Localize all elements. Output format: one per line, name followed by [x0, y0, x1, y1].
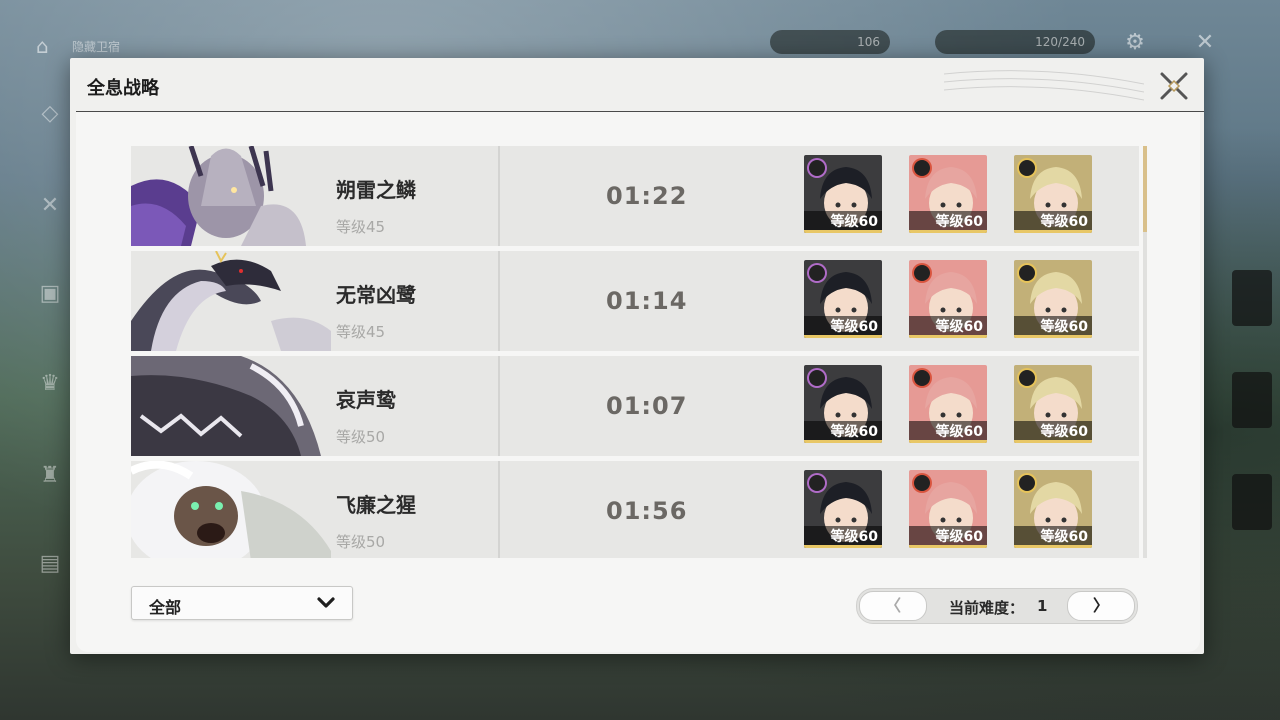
char-portrait-rover[interactable]: 等级60 — [804, 470, 882, 548]
level-bar — [909, 440, 987, 443]
next-difficulty-button[interactable]: 〉 — [1067, 591, 1135, 621]
cross-icon[interactable]: ✕ — [34, 190, 66, 222]
clear-time: 01:14 — [606, 287, 688, 315]
clear-time: 01:07 — [606, 392, 688, 420]
boss-name: 无常凶鹭 — [336, 283, 416, 307]
spectro-element-icon — [1019, 370, 1035, 386]
settings-icon[interactable]: ⚙ — [1120, 28, 1150, 58]
electro-element-icon — [809, 475, 825, 491]
char-portrait-verina[interactable]: 等级60 — [1014, 365, 1092, 443]
boss-row[interactable]: 哀声鸷等级50 01:07 等级60 等级60 等级60 — [131, 356, 1139, 456]
level-bar — [804, 545, 882, 548]
scrollbar-thumb[interactable] — [1143, 146, 1147, 232]
trophy-icon[interactable]: ♜ — [34, 460, 66, 492]
row-divider — [498, 251, 500, 351]
hud-location-title: 隐藏卫宿 — [72, 40, 121, 54]
holographic-strategy-modal: 全息战略 朔雷之鳞 等级45 01:22 等级60 等级60 等级60 无常凶鹭 等级45 01… — [70, 58, 1204, 654]
currency-2-pill: 120/240 — [935, 30, 1095, 54]
hud-side-slot — [1232, 372, 1272, 428]
boss-row[interactable]: 无常凶鹭等级45 01:14 等级60 等级60 等级60 — [131, 251, 1139, 351]
chevron-down-icon — [317, 597, 335, 608]
level-bar — [909, 545, 987, 548]
spectro-element-icon — [1019, 160, 1035, 176]
char-portrait-verina[interactable]: 等级60 — [1014, 470, 1092, 548]
boss-level: 等级45 — [336, 218, 386, 236]
boss-row[interactable]: 飞廉之猩等级50 01:56 等级60 等级60 等级60 — [131, 461, 1139, 558]
boss-level: 等级50 — [336, 428, 386, 446]
header-decoration — [944, 70, 1144, 101]
game-hud-top: ⌂ 隐藏卫宿 106 120/240 ⚙ ✕ — [30, 28, 1250, 58]
level-bar — [804, 335, 882, 338]
modal-title: 全息战略 — [87, 78, 159, 99]
difficulty-label: 当前难度： — [949, 599, 1025, 617]
row-divider — [498, 146, 500, 246]
boss-name: 飞廉之猩 — [336, 493, 416, 517]
level-bar — [909, 230, 987, 233]
char-portrait-verina[interactable]: 等级60 — [1014, 260, 1092, 338]
difficulty-pager: 〈 当前难度： 1 〉 — [856, 588, 1138, 624]
clear-time: 01:56 — [606, 497, 688, 525]
boss-portrait — [131, 251, 331, 351]
boss-list: 朔雷之鳞 等级45 01:22 等级60 等级60 等级60 无常凶鹭 等级45 01:14 等级… — [131, 146, 1139, 558]
fusion-element-icon — [914, 475, 930, 491]
difficulty-value: 1 — [1037, 597, 1048, 615]
hud-close-icon[interactable]: ✕ — [1190, 28, 1220, 58]
char-portrait-rover[interactable]: 等级60 — [804, 155, 882, 233]
filter-selected-value: 全部 — [149, 598, 182, 617]
char-portrait-changli[interactable]: 等级60 — [909, 155, 987, 233]
spectro-element-icon — [1019, 265, 1035, 281]
char-portrait-changli[interactable]: 等级60 — [909, 470, 987, 548]
boss-row[interactable]: 朔雷之鳞等级45 01:22 等级60 等级60 等级60 — [131, 146, 1139, 246]
level-bar — [804, 230, 882, 233]
level-bar — [1014, 440, 1092, 443]
boss-name: 朔雷之鳞 — [336, 178, 416, 202]
row-divider — [498, 461, 500, 558]
row-divider — [498, 356, 500, 456]
char-portrait-changli[interactable]: 等级60 — [909, 365, 987, 443]
boss-portrait — [131, 461, 331, 558]
level-bar — [1014, 545, 1092, 548]
bag-icon[interactable]: ▣ — [34, 278, 66, 310]
char-portrait-changli[interactable]: 等级60 — [909, 260, 987, 338]
home-icon[interactable]: ⌂ — [36, 34, 62, 60]
level-bar — [804, 440, 882, 443]
boss-level: 等级45 — [336, 323, 386, 341]
currency-1-pill: 106 — [770, 30, 890, 54]
spectro-element-icon — [1019, 475, 1035, 491]
currency-1-value: 106 — [857, 35, 880, 49]
boss-level: 等级50 — [336, 533, 386, 551]
electro-element-icon — [809, 265, 825, 281]
fusion-element-icon — [914, 370, 930, 386]
hud-side-slot — [1232, 474, 1272, 530]
char-portrait-rover[interactable]: 等级60 — [804, 365, 882, 443]
boss-portrait — [131, 356, 331, 456]
fusion-element-icon — [914, 160, 930, 176]
modal-header: 全息战略 — [70, 58, 1204, 112]
prev-difficulty-button[interactable]: 〈 — [859, 591, 927, 621]
scrollbar[interactable] — [1143, 146, 1147, 558]
char-portrait-rover[interactable]: 等级60 — [804, 260, 882, 338]
crown-icon[interactable]: ♛ — [34, 368, 66, 400]
book-icon[interactable]: ▤ — [34, 548, 66, 580]
currency-2-value: 120/240 — [1035, 35, 1085, 49]
boss-portrait — [131, 146, 331, 246]
electro-element-icon — [809, 160, 825, 176]
level-bar — [1014, 230, 1092, 233]
filter-dropdown[interactable]: 全部 — [131, 586, 353, 620]
close-icon[interactable] — [1156, 68, 1192, 104]
boss-name: 哀声鸷 — [336, 388, 396, 412]
level-bar — [1014, 335, 1092, 338]
electro-element-icon — [809, 370, 825, 386]
fusion-element-icon — [914, 265, 930, 281]
compass-icon[interactable]: ◇ — [34, 98, 66, 130]
clear-time: 01:22 — [606, 182, 688, 210]
level-bar — [909, 335, 987, 338]
char-portrait-verina[interactable]: 等级60 — [1014, 155, 1092, 233]
hud-side-slot — [1232, 270, 1272, 326]
